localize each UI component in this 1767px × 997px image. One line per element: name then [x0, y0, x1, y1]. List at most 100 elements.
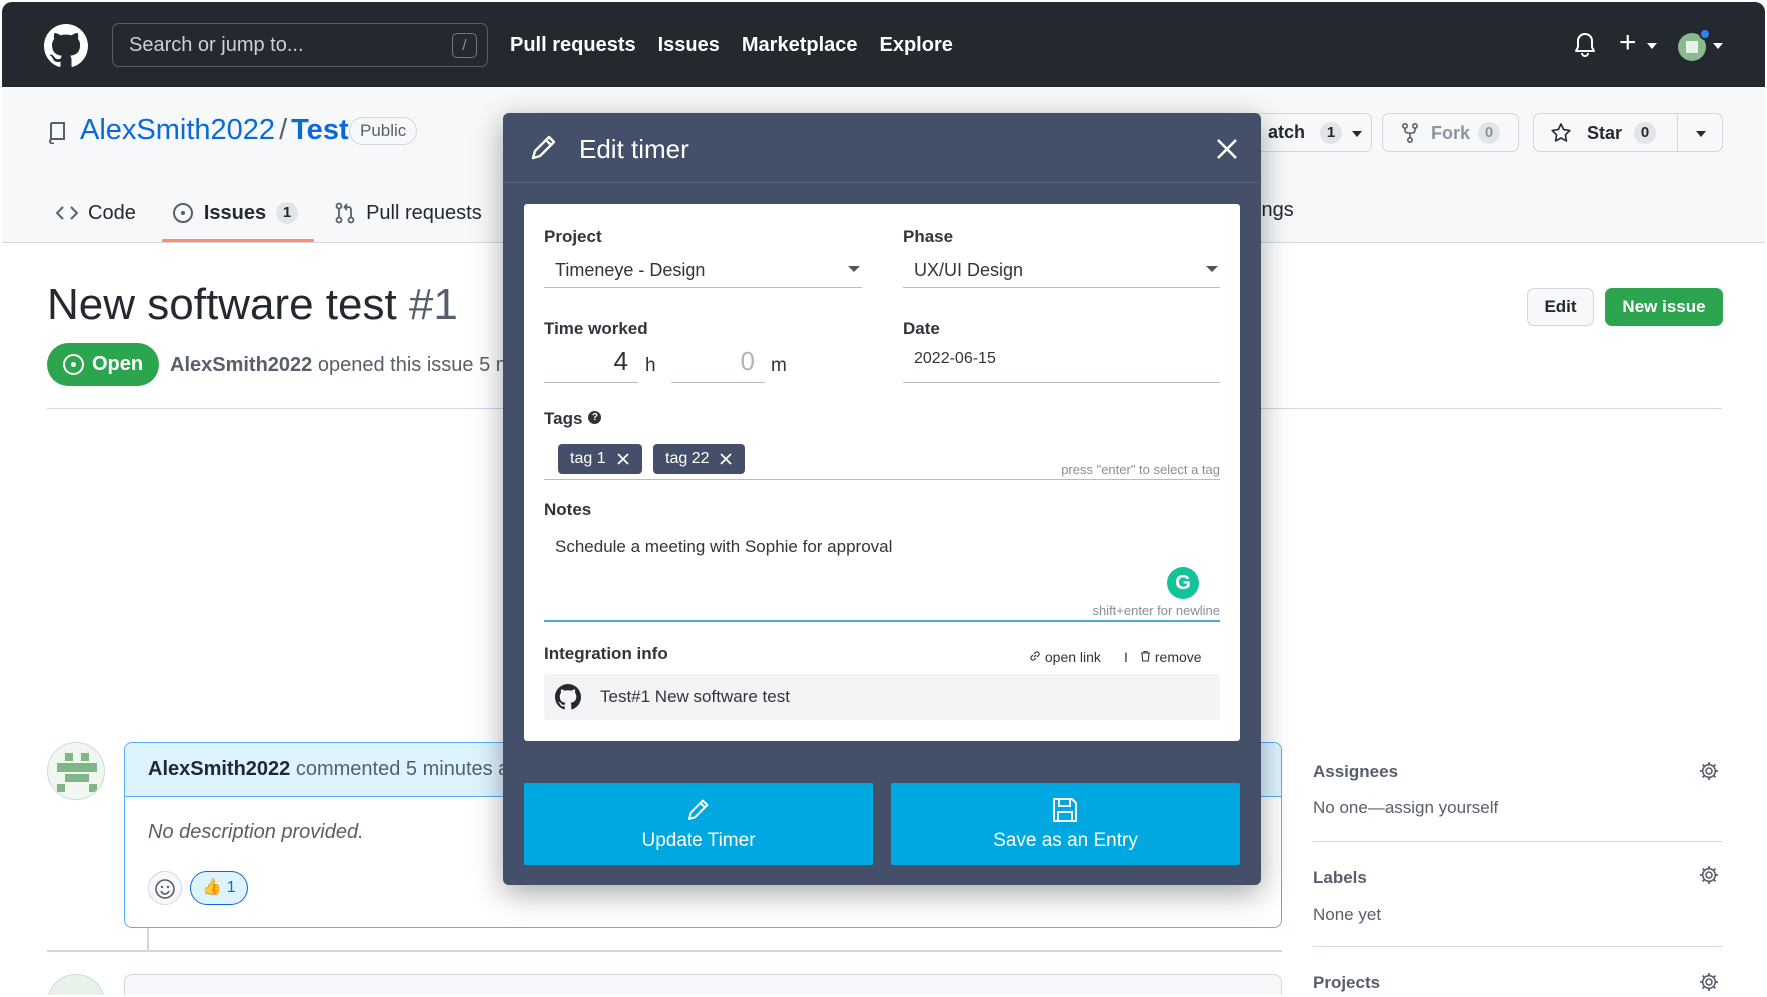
modal-header: Edit timer [503, 113, 1261, 183]
tab-code[interactable]: Code [56, 198, 136, 228]
fork-button[interactable]: Fork 0 [1382, 113, 1519, 152]
pull-request-icon [335, 202, 355, 224]
tab-pull-requests[interactable]: Pull requests [334, 198, 482, 228]
issue-meta-text: opened this issue 5 m [317, 354, 513, 376]
issue-author-link[interactable]: AlexSmith2022 [170, 354, 312, 376]
labels-gear-icon[interactable] [1698, 864, 1720, 886]
projects-gear-icon[interactable] [1698, 971, 1720, 993]
tab-issues[interactable]: Issues 1 [172, 198, 299, 228]
browser-frame: Search or jump to... / Pull requests Iss… [2, 2, 1765, 995]
date-value: 2022-06-15 [914, 350, 996, 367]
pencil-icon [688, 799, 709, 820]
repo-name-link[interactable]: Test [291, 114, 348, 146]
watch-count: 1 [1320, 122, 1342, 144]
search-placeholder: Search or jump to... [129, 34, 304, 56]
modal-title: Edit timer [579, 134, 689, 164]
tag-chip: tag 1 [558, 444, 642, 474]
assignees-gear-icon[interactable] [1698, 760, 1720, 782]
search-input[interactable]: Search or jump to... / [112, 23, 488, 67]
comment-body: No description provided. [148, 821, 364, 843]
star-divider [1677, 114, 1678, 151]
composer-avatar [47, 974, 105, 995]
notes-underline [544, 620, 1220, 622]
code-icon [56, 206, 78, 220]
create-chevron-down-icon[interactable] [1647, 43, 1657, 49]
remove-integration-button[interactable]: remove [1140, 649, 1202, 665]
github-logo-icon[interactable] [44, 24, 88, 68]
save-entry-button[interactable]: Save as an Entry [891, 783, 1240, 865]
remove-tag-close-icon[interactable] [719, 452, 733, 466]
timeline-connector [147, 928, 149, 950]
phase-label: Phase [903, 227, 954, 246]
phase-chevron-down-icon [1206, 266, 1218, 272]
thumbs-up-icon: 👍 [202, 879, 223, 896]
comment-author-link[interactable]: AlexSmith2022 [148, 758, 290, 780]
tags-label: Tags? [544, 409, 602, 429]
avatar-chevron-down-icon[interactable] [1713, 43, 1723, 49]
reaction-count: 1 [226, 879, 236, 896]
assignees-heading: Assignees [1313, 762, 1399, 781]
comment-composer[interactable] [124, 974, 1282, 995]
minutes-unit: m [771, 355, 787, 376]
nav-explore[interactable]: Explore [880, 34, 953, 57]
issue-opened-icon [63, 354, 84, 375]
hours-input[interactable]: 4 [544, 340, 638, 383]
new-issue-button[interactable]: New issue [1605, 288, 1723, 326]
identicon-icon [48, 743, 104, 799]
issue-meta: AlexSmith2022 opened this issue 5 m [170, 354, 512, 377]
help-icon[interactable]: ? [588, 411, 602, 424]
global-nav: Pull requests Issues Marketplace Explore [510, 34, 953, 57]
integration-item: Test#1 New software test [544, 674, 1220, 720]
tag-chip-label: tag 1 [570, 450, 606, 467]
issue-title: New software test #1 [47, 280, 458, 330]
project-select[interactable]: Timeneye - Design [544, 250, 862, 288]
grammarly-icon[interactable]: G [1167, 567, 1199, 599]
nav-issues[interactable]: Issues [658, 34, 720, 57]
nav-pull-requests[interactable]: Pull requests [510, 34, 636, 57]
integration-value: Test#1 New software test [600, 687, 790, 706]
tab-pull-requests-label: Pull requests [366, 201, 482, 224]
repo-owner-link[interactable]: AlexSmith2022 [80, 114, 275, 146]
comment-author-avatar[interactable] [47, 742, 105, 800]
star-button[interactable]: Star 0 [1533, 113, 1723, 152]
issue-title-text: New software test [47, 280, 397, 329]
bell-icon[interactable] [1574, 32, 1596, 58]
tag-chip: tag 22 [653, 444, 746, 474]
issue-state-badge: Open [47, 343, 159, 386]
save-icon [1053, 798, 1077, 822]
notes-textarea[interactable]: Schedule a meeting with Sophie for appro… [555, 537, 892, 557]
thumbs-up-reaction[interactable]: 👍 1 [190, 871, 248, 905]
tags-label-text: Tags [544, 409, 583, 428]
edit-issue-button[interactable]: Edit [1527, 288, 1594, 326]
link-icon [1030, 651, 1040, 661]
tags-input[interactable] [544, 479, 1220, 480]
create-new-button[interactable]: + [1619, 28, 1637, 58]
close-icon[interactable] [1215, 137, 1239, 161]
tab-settings[interactable]: ings [1257, 199, 1294, 222]
project-label: Project [544, 227, 602, 246]
date-label: Date [903, 319, 940, 338]
star-count: 0 [1634, 122, 1656, 144]
open-link-button[interactable]: open link [1029, 649, 1101, 665]
phase-select[interactable]: UX/UI Design [903, 250, 1220, 288]
tab-issues-count: 1 [276, 202, 299, 224]
nav-marketplace[interactable]: Marketplace [742, 34, 858, 57]
notes-hint: shift+enter for newline [1092, 603, 1220, 618]
add-reaction-button[interactable] [148, 871, 182, 905]
remove-tag-close-icon[interactable] [616, 452, 630, 466]
watch-chevron-down-icon [1352, 131, 1362, 137]
notes-label: Notes [544, 500, 592, 519]
minutes-input[interactable]: 0 [671, 340, 765, 383]
date-input[interactable]: 2022-06-15 [903, 340, 1220, 383]
open-link-label: open link [1044, 649, 1101, 665]
star-list-chevron-down-icon[interactable] [1696, 131, 1706, 137]
save-entry-label: Save as an Entry [993, 830, 1138, 851]
issue-state-label: Open [92, 353, 144, 375]
assignees-value[interactable]: No one—assign yourself [1313, 798, 1498, 818]
repo-title: AlexSmith2022/Test [80, 114, 349, 147]
update-timer-button[interactable]: Update Timer [524, 783, 873, 865]
fork-label: Fork [1431, 123, 1471, 143]
timer-form: Project Timeneye - Design Phase UX/UI De… [524, 204, 1240, 741]
time-worked-label: Time worked [544, 319, 648, 338]
pencil-icon [531, 135, 556, 160]
